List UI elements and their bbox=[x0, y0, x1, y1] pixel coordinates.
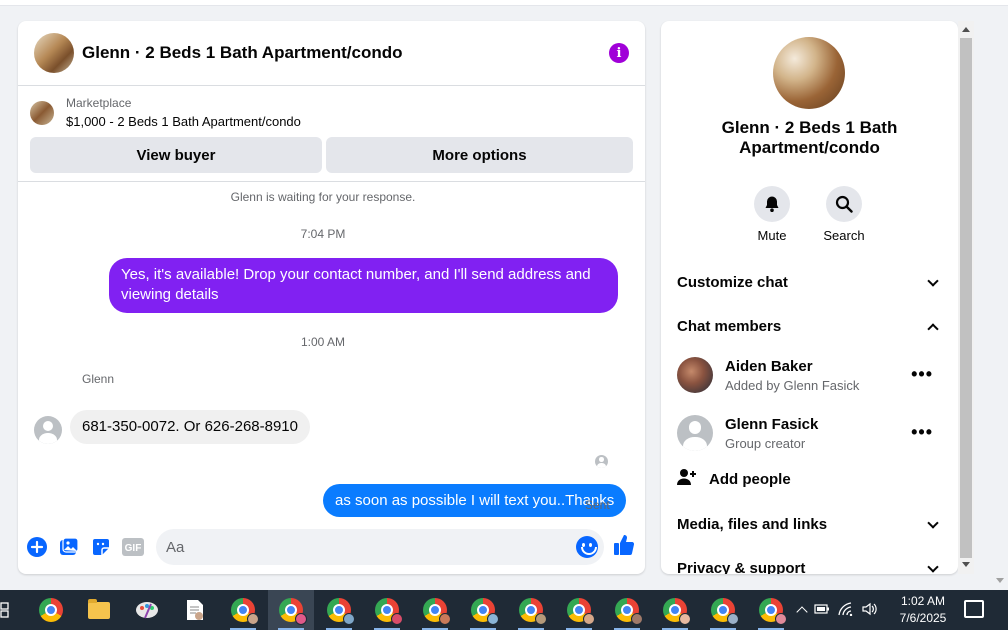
chevron-up-icon[interactable] bbox=[796, 606, 808, 618]
document-app-icon[interactable] bbox=[172, 590, 218, 630]
mute-label: Mute bbox=[757, 228, 787, 243]
scroll-down-icon[interactable] bbox=[962, 562, 970, 567]
chrome-profile-icon[interactable] bbox=[556, 590, 602, 630]
task-view-icon[interactable] bbox=[0, 590, 26, 630]
chevron-down-icon bbox=[927, 516, 939, 529]
chat-panel: Glenn · 2 Beds 1 Bath Apartment/condo i … bbox=[18, 21, 645, 574]
member-avatar[interactable] bbox=[677, 415, 713, 451]
add-people-label: Add people bbox=[709, 470, 791, 488]
battery-icon[interactable] bbox=[814, 602, 830, 618]
windows-taskbar: 1:02 AM 7/6/2025 bbox=[0, 590, 1008, 630]
message-composer: GIF bbox=[18, 524, 645, 570]
file-explorer-icon[interactable] bbox=[76, 590, 122, 630]
incoming-message[interactable]: 681-350-0072. Or 626-268-8910 bbox=[70, 410, 310, 444]
chat-members-section[interactable]: Chat members bbox=[677, 318, 941, 335]
member-row[interactable]: Glenn Fasick Group creator ••• bbox=[677, 415, 941, 455]
timestamp-divider: 1:00 AM bbox=[300, 335, 346, 349]
system-tray bbox=[796, 590, 878, 630]
bell-icon[interactable] bbox=[754, 186, 790, 222]
browser-top-edge bbox=[0, 0, 1008, 6]
sticker-icon[interactable] bbox=[90, 536, 112, 558]
more-options-button[interactable]: More options bbox=[326, 137, 633, 173]
member-name: Glenn Fasick bbox=[725, 416, 819, 433]
chevron-down-icon bbox=[927, 560, 939, 573]
sender-name: Glenn bbox=[82, 372, 115, 386]
more-icon[interactable]: ••• bbox=[911, 365, 933, 383]
wifi-icon[interactable] bbox=[838, 601, 854, 619]
clock-time: 1:02 AM bbox=[900, 594, 946, 608]
read-receipt-avatar bbox=[595, 455, 608, 468]
chrome-profile-icon[interactable] bbox=[700, 590, 746, 630]
chat-members-label: Chat members bbox=[677, 318, 782, 335]
clock-date: 7/6/2025 bbox=[899, 611, 947, 625]
chrome-profile-icon[interactable] bbox=[604, 590, 650, 630]
add-people-button[interactable]: Add people bbox=[677, 468, 791, 490]
mute-action[interactable]: Mute bbox=[742, 186, 802, 243]
chevron-up-icon bbox=[927, 322, 939, 335]
message-input[interactable] bbox=[166, 538, 546, 556]
outgoing-message[interactable]: Yes, it's available! Drop your contact n… bbox=[109, 258, 618, 313]
listing-thumbnail[interactable] bbox=[30, 100, 54, 125]
media-files-section[interactable]: Media, files and links bbox=[677, 516, 941, 533]
search-icon[interactable] bbox=[826, 186, 862, 222]
message-status: Sent bbox=[585, 498, 610, 512]
member-row[interactable]: Aiden Baker Added by Glenn Fasick ••• bbox=[677, 357, 941, 397]
gif-icon[interactable]: GIF bbox=[122, 536, 144, 558]
chrome-profile-icon[interactable] bbox=[508, 590, 554, 630]
conversation-large-avatar[interactable] bbox=[773, 37, 845, 109]
privacy-support-section[interactable]: Privacy & support bbox=[677, 560, 941, 574]
conversation-title[interactable]: Glenn · 2 Beds 1 Bath Apartment/condo bbox=[82, 43, 609, 63]
gif-label: GIF bbox=[125, 543, 142, 554]
more-icon[interactable]: ••• bbox=[911, 423, 933, 441]
add-person-icon bbox=[677, 468, 697, 490]
chrome-profile-icon[interactable] bbox=[748, 590, 794, 630]
volume-icon[interactable] bbox=[862, 602, 878, 619]
emoji-icon[interactable] bbox=[576, 536, 598, 558]
outgoing-message[interactable]: as soon as possible I will text you..Tha… bbox=[323, 484, 627, 517]
chevron-down-icon bbox=[927, 274, 939, 287]
plus-icon[interactable] bbox=[26, 536, 48, 558]
thumbs-up-icon[interactable] bbox=[613, 534, 635, 561]
customize-chat-label: Customize chat bbox=[677, 274, 788, 291]
view-buyer-button[interactable]: View buyer bbox=[30, 137, 322, 173]
system-clock[interactable]: 1:02 AM 7/6/2025 bbox=[892, 593, 954, 627]
chrome-icon[interactable] bbox=[28, 590, 74, 630]
listing-source-label: Marketplace bbox=[66, 96, 132, 110]
privacy-support-label: Privacy & support bbox=[677, 560, 806, 574]
conversation-details-panel: Glenn · 2 Beds 1 Bath Apartment/condo Mu… bbox=[661, 21, 958, 574]
member-avatar[interactable] bbox=[677, 357, 713, 393]
chrome-profile-icon[interactable] bbox=[412, 590, 458, 630]
page-scroll-down-icon[interactable] bbox=[996, 578, 1004, 583]
details-scrollbar[interactable] bbox=[958, 21, 974, 574]
waiting-notice: Glenn is waiting for your response. bbox=[230, 190, 416, 204]
member-subtitle: Group creator bbox=[725, 436, 806, 451]
notification-icon[interactable] bbox=[964, 600, 984, 618]
marketplace-listing-card: Marketplace $1,000 - 2 Beds 1 Bath Apart… bbox=[18, 86, 645, 182]
chrome-profile-icon[interactable] bbox=[268, 590, 314, 630]
message-input-wrapper bbox=[156, 529, 604, 565]
chrome-profile-icon[interactable] bbox=[460, 590, 506, 630]
sender-avatar[interactable] bbox=[34, 416, 62, 444]
chrome-profile-icon[interactable] bbox=[316, 590, 362, 630]
chrome-profile-icon[interactable] bbox=[220, 590, 266, 630]
media-files-label: Media, files and links bbox=[677, 516, 828, 533]
chat-header: Glenn · 2 Beds 1 Bath Apartment/condo i bbox=[18, 21, 645, 86]
photo-icon[interactable] bbox=[58, 536, 80, 558]
info-icon[interactable]: i bbox=[609, 43, 629, 63]
search-action[interactable]: Search bbox=[814, 186, 874, 243]
paint-icon[interactable] bbox=[124, 590, 170, 630]
listing-price-title[interactable]: $1,000 - 2 Beds 1 Bath Apartment/condo bbox=[66, 114, 301, 129]
chrome-profile-icon[interactable] bbox=[364, 590, 410, 630]
member-name: Aiden Baker bbox=[725, 358, 813, 375]
details-title: Glenn · 2 Beds 1 Bath Apartment/condo bbox=[721, 118, 898, 157]
message-thread: Glenn is waiting for your response. 7:04… bbox=[18, 184, 628, 519]
scroll-up-icon[interactable] bbox=[962, 27, 970, 32]
chrome-profile-icon[interactable] bbox=[652, 590, 698, 630]
search-label: Search bbox=[823, 228, 865, 243]
timestamp-divider: 7:04 PM bbox=[300, 227, 346, 241]
scrollbar-thumb[interactable] bbox=[960, 38, 972, 558]
member-subtitle: Added by Glenn Fasick bbox=[725, 378, 860, 393]
conversation-avatar[interactable] bbox=[34, 33, 74, 73]
customize-chat-section[interactable]: Customize chat bbox=[677, 274, 941, 291]
